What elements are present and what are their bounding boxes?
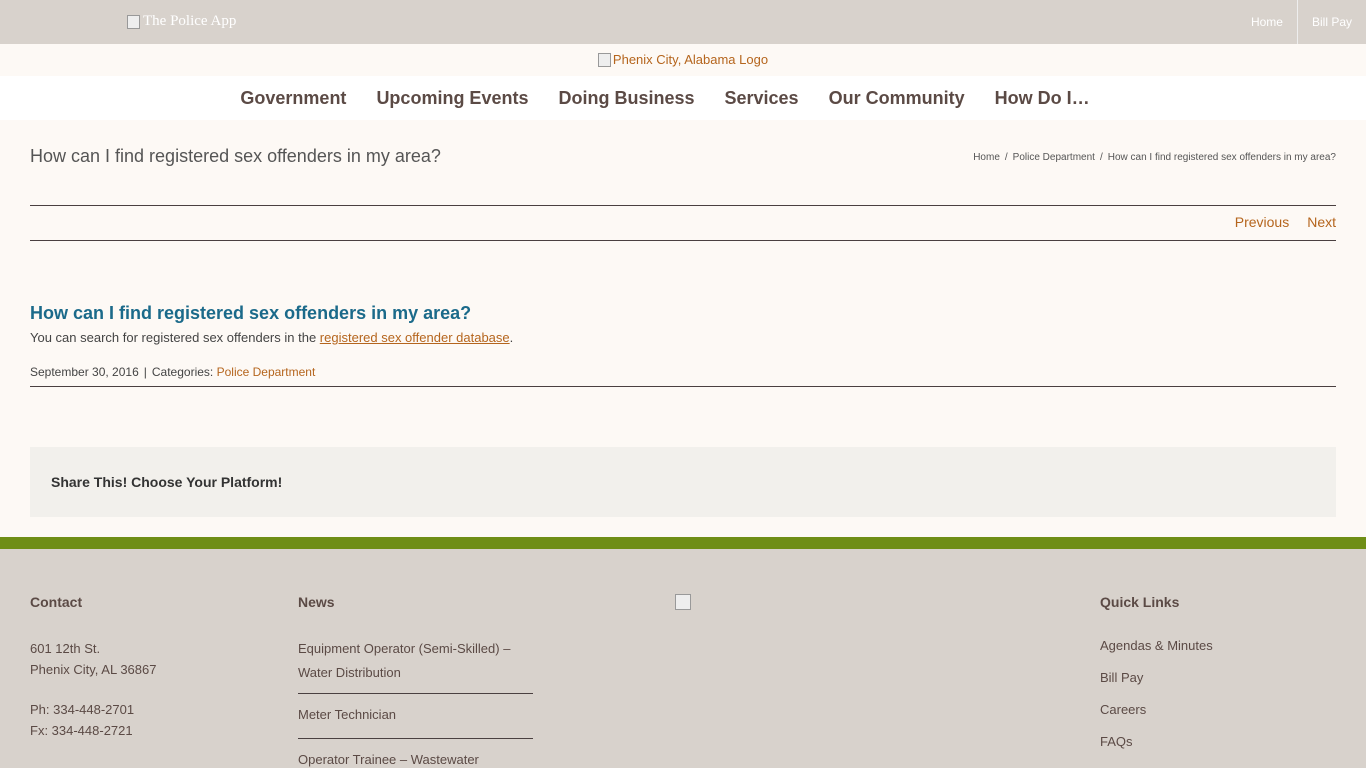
- news-item[interactable]: Meter Technician: [298, 704, 533, 739]
- logo-alt-text: Phenix City, Alabama Logo: [612, 52, 769, 67]
- breadcrumb: Home / Police Department / How can I find re…: [973, 152, 1336, 163]
- share-box: Share This! Choose Your Platform!: [30, 447, 1336, 517]
- top-bar: The Police App Home Bill Pay: [0, 0, 1366, 44]
- divider: [30, 386, 1336, 387]
- contact-address-line1: 601 12th St.: [30, 641, 101, 656]
- footer-image: [675, 594, 691, 615]
- news-item-label: Meter Technician: [298, 707, 397, 722]
- sex-offender-database-link[interactable]: registered sex offender database: [320, 330, 510, 345]
- next-link[interactable]: Next: [1307, 214, 1336, 230]
- footer-contact: Contact 601 12th St. Phenix City, AL 368…: [30, 594, 156, 741]
- breadcrumb-police-department[interactable]: Police Department: [1013, 152, 1095, 163]
- main-nav: Government Upcoming Events Doing Busines…: [0, 76, 1366, 120]
- post-meta: September 30, 2016 | Categories: Police De…: [30, 365, 316, 379]
- post-date: September 30, 2016: [30, 365, 139, 379]
- police-app-alt-text: The Police App: [143, 13, 237, 29]
- top-link-bill-pay[interactable]: Bill Pay: [1296, 0, 1366, 44]
- top-links: Home Bill Pay: [1237, 0, 1366, 44]
- categories-label: Categories:: [151, 365, 214, 379]
- category-link[interactable]: Police Department: [217, 365, 316, 379]
- news-item-label: Equipment Operator (Semi-Skilled) – Wate…: [298, 641, 511, 680]
- quick-link-careers[interactable]: Careers: [1100, 702, 1213, 717]
- next-label: Next: [1307, 214, 1336, 230]
- footer-accent-bar: [0, 537, 1366, 549]
- nav-our-community[interactable]: Our Community: [829, 88, 965, 109]
- nav-services[interactable]: Services: [725, 88, 799, 109]
- post-body-text: You can search for registered sex offend…: [30, 330, 320, 345]
- contact-heading: Contact: [30, 594, 83, 610]
- post-pager: Previous Next: [1235, 214, 1336, 230]
- share-title: Share This! Choose Your Platform!: [51, 474, 283, 490]
- top-link-home[interactable]: Home: [1237, 0, 1297, 44]
- news-item-label: Operator Trainee – Wastewater: [298, 752, 479, 767]
- nav-upcoming-events[interactable]: Upcoming Events: [376, 88, 528, 109]
- previous-link[interactable]: Previous: [1235, 214, 1289, 230]
- footer: Contact 601 12th St. Phenix City, AL 368…: [0, 549, 1366, 768]
- breadcrumb-home[interactable]: Home: [973, 152, 1000, 163]
- quick-link-faqs[interactable]: FAQs: [1100, 734, 1213, 749]
- quick-link-bill-pay[interactable]: Bill Pay: [1100, 670, 1213, 685]
- logo-row: Phenix City, Alabama Logo: [0, 44, 1366, 76]
- footer-news: News Equipment Operator (Semi-Skilled) –…: [298, 594, 533, 768]
- police-app-image[interactable]: The Police App: [127, 13, 236, 30]
- quick-links-list: Agendas & Minutes Bill Pay Careers FAQs: [1100, 638, 1213, 749]
- broken-image-icon: [127, 14, 140, 29]
- page-title: How can I find registered sex offenders …: [30, 146, 441, 166]
- news-item[interactable]: Equipment Operator (Semi-Skilled) – Wate…: [298, 638, 533, 694]
- contact-fax: Fx: 334-448-2721: [30, 723, 133, 738]
- breadcrumb-current: How can I find registered sex offenders …: [1107, 152, 1336, 163]
- nav-doing-business[interactable]: Doing Business: [558, 88, 694, 109]
- news-item[interactable]: Operator Trainee – Wastewater: [298, 749, 533, 768]
- divider: [30, 205, 1336, 206]
- contact-phone: Ph: 334-448-2701: [30, 702, 135, 717]
- footer-quick-links: Quick Links Agendas & Minutes Bill Pay C…: [1100, 594, 1213, 766]
- broken-image-icon: [597, 53, 611, 67]
- site-logo[interactable]: Phenix City, Alabama Logo: [597, 44, 769, 76]
- post-body: You can search for registered sex offend…: [30, 330, 513, 345]
- post-title: How can I find registered sex offenders …: [30, 303, 472, 323]
- divider: [30, 240, 1336, 241]
- broken-image-icon: [675, 594, 691, 610]
- nav-government[interactable]: Government: [240, 88, 346, 109]
- nav-how-do-i[interactable]: How Do I…: [995, 88, 1090, 109]
- quick-link-agendas[interactable]: Agendas & Minutes: [1100, 638, 1213, 653]
- previous-label: Previous: [1234, 214, 1290, 230]
- quick-links-heading: Quick Links: [1100, 594, 1180, 610]
- post-body-suffix: .: [509, 330, 514, 345]
- news-heading: News: [298, 594, 335, 610]
- contact-address-line2: Phenix City, AL 36867: [30, 662, 157, 677]
